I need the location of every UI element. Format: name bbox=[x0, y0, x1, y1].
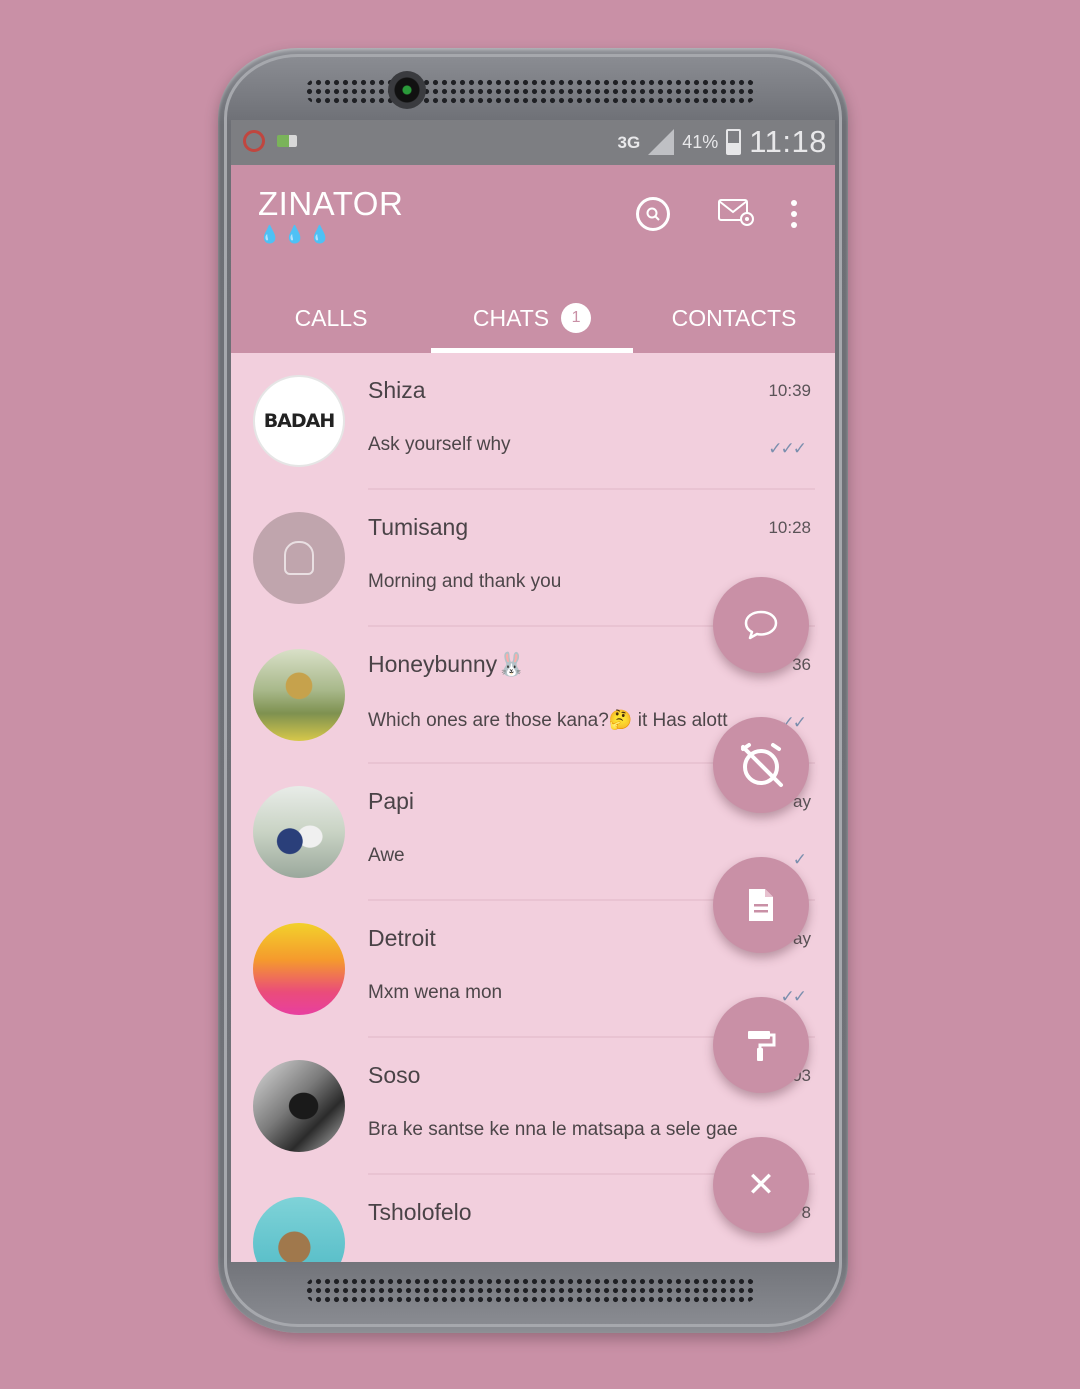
new-chat-icon bbox=[744, 610, 778, 640]
phone-screen: 3G 41% 11:18 ZINATOR 💧💧💧 CALLS CHATS 1 C… bbox=[231, 120, 835, 1262]
tab-contacts-label: CONTACTS bbox=[671, 304, 797, 331]
chat-last-message: Morning and thank you bbox=[368, 571, 562, 592]
front-camera bbox=[388, 71, 426, 109]
chat-name: Soso bbox=[368, 1062, 421, 1088]
chat-last-message: Ask yourself why bbox=[368, 434, 511, 455]
more-vert-icon[interactable] bbox=[786, 197, 802, 231]
chat-last-message: Mxm wena mon bbox=[368, 982, 503, 1003]
avatar-placeholder-icon[interactable] bbox=[253, 512, 345, 604]
unread-badge: 1 bbox=[561, 303, 592, 333]
tab-chats[interactable]: CHATS 1 bbox=[431, 283, 633, 353]
mail-settings-icon[interactable] bbox=[717, 197, 755, 227]
alarm-off-fab[interactable] bbox=[713, 717, 809, 813]
document-fab[interactable] bbox=[713, 857, 809, 953]
new-chat-fab[interactable] bbox=[713, 577, 809, 673]
document-icon bbox=[749, 889, 773, 921]
tab-calls-label: CALLS bbox=[294, 304, 368, 331]
status-bar: 3G 41% 11:18 bbox=[231, 120, 835, 165]
chat-name: Shiza bbox=[368, 377, 426, 403]
avatar[interactable] bbox=[253, 923, 345, 1015]
avatar[interactable] bbox=[253, 1060, 345, 1152]
chat-last-message: Which ones are those kana?🤔 it Has alott bbox=[368, 710, 728, 731]
search-icon[interactable] bbox=[636, 197, 670, 231]
avatar-image-text: BADAH bbox=[263, 410, 336, 432]
close-icon: ✕ bbox=[746, 1166, 776, 1204]
chat-last-message: Awe bbox=[368, 845, 405, 866]
avatar[interactable] bbox=[253, 649, 345, 741]
tab-bar: CALLS CHATS 1 CONTACTS bbox=[231, 283, 835, 353]
app-bar: ZINATOR 💧💧💧 CALLS CHATS 1 CONTACTS bbox=[231, 165, 835, 353]
chat-row-shiza[interactable]: BADAH Shiza Ask yourself why 10:39 ✓✓✓ bbox=[231, 353, 835, 490]
close-fab[interactable]: ✕ bbox=[713, 1137, 809, 1233]
theme-fab[interactable] bbox=[713, 997, 809, 1093]
app-title: ZINATOR bbox=[258, 185, 404, 222]
network-type: 3G bbox=[617, 132, 641, 152]
read-receipt-icon: ✓ bbox=[792, 850, 807, 869]
chat-name: Detroit bbox=[368, 925, 436, 951]
alarm-off-icon bbox=[741, 743, 783, 787]
tab-chats-label: CHATS bbox=[472, 304, 550, 331]
chat-name: Tumisang bbox=[368, 514, 469, 540]
chat-name: Tsholofelo bbox=[368, 1199, 472, 1225]
avatar[interactable]: BADAH bbox=[253, 375, 345, 467]
notification-icon bbox=[277, 135, 297, 147]
chat-time: 10:39 bbox=[768, 381, 811, 400]
status-emoji: 💧💧💧 bbox=[259, 225, 335, 244]
avatar[interactable] bbox=[253, 786, 345, 878]
top-speaker-grille bbox=[305, 78, 757, 104]
whatsapp-notification-icon bbox=[243, 130, 265, 152]
read-receipt-icon: ✓✓✓ bbox=[768, 439, 807, 458]
chat-name: Honeybunny🐰 bbox=[368, 651, 526, 677]
chat-last-message: Bra ke santse ke nna le matsapa a sele g… bbox=[368, 1119, 738, 1140]
tab-calls[interactable]: CALLS bbox=[231, 283, 431, 353]
avatar[interactable] bbox=[253, 1197, 345, 1262]
bottom-speaker-grille bbox=[305, 1277, 757, 1303]
status-time: 11:18 bbox=[749, 124, 827, 159]
signal-icon bbox=[648, 129, 675, 155]
paint-roller-icon bbox=[748, 1031, 776, 1061]
battery-percent: 41% bbox=[682, 131, 719, 152]
tab-contacts[interactable]: CONTACTS bbox=[633, 283, 835, 353]
chat-name: Papi bbox=[368, 788, 415, 814]
battery-icon bbox=[726, 129, 742, 155]
chat-time: 10:28 bbox=[768, 518, 811, 537]
